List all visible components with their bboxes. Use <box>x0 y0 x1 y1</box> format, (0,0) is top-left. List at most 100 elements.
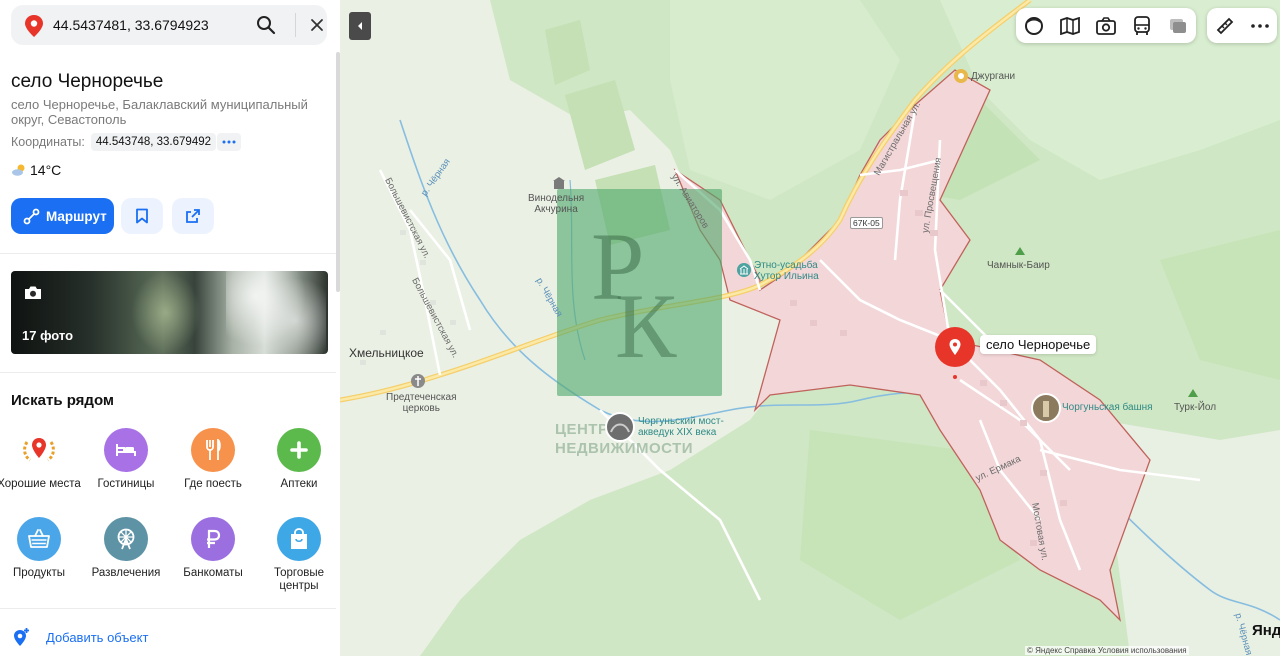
place-title: село Черноречье <box>11 71 164 92</box>
divider <box>0 608 336 609</box>
route-button[interactable]: Маршрут <box>11 198 114 234</box>
watermark-line: НЕДВИЖИМОСТИ <box>555 440 694 457</box>
map-copyright[interactable]: © Яндекс Справка Условия использования <box>1025 646 1189 655</box>
panorama-button[interactable] <box>1052 8 1088 43</box>
poi-tower-label[interactable]: Чоргуньская башня <box>1062 402 1153 413</box>
bookmark-button[interactable] <box>121 198 163 234</box>
map-canvas[interactable]: Р К ЦЕНТР НЕДВИЖИМОСТИ ул. Авиаторов Маг… <box>340 0 1280 656</box>
map-layers-toolbar <box>1016 8 1196 43</box>
settlement-khmelnitskoe-label[interactable]: Хмельницкое <box>349 347 424 359</box>
poi-ethno-label[interactable]: Этно-усадьба Хутор Ильина <box>754 260 819 282</box>
chevron-left-icon <box>358 22 362 30</box>
category-label: Хорошие места <box>0 478 81 490</box>
weather-cloud-sun-icon <box>12 164 25 176</box>
divider <box>0 372 336 373</box>
transport-button[interactable] <box>1124 8 1160 43</box>
camera-toolbar-icon <box>1096 16 1116 35</box>
poi-winery-label[interactable]: Винодельня Акчурина <box>528 193 584 215</box>
coordinates-row: Координаты: 44.543748, 33.679492 <box>11 133 242 151</box>
category-groceries[interactable]: Продукты <box>0 517 84 580</box>
laurel-pin-icon <box>17 428 61 472</box>
layers-stack-icon <box>1170 18 1186 33</box>
share-button[interactable] <box>172 198 214 234</box>
shopping-bag-icon <box>277 517 321 561</box>
add-location-icon <box>14 628 29 646</box>
map-mode-button[interactable] <box>1160 8 1196 43</box>
weather-temperature: 14°C <box>30 162 62 178</box>
category-entertainment[interactable]: Развлечения <box>81 517 171 580</box>
category-label: Аптеки <box>280 478 318 490</box>
museum-icon[interactable] <box>737 263 751 277</box>
divider <box>0 253 336 254</box>
ruler-button[interactable] <box>1207 8 1242 43</box>
svg-text:К: К <box>615 275 677 377</box>
category-label: Развлечения <box>91 567 161 579</box>
category-pharmacy[interactable]: Аптеки <box>254 428 340 491</box>
search-input[interactable] <box>53 13 253 37</box>
weather: 14°C <box>11 161 61 179</box>
road-number-badge: 67К-05 <box>850 217 883 229</box>
category-label: Торговые центры <box>273 567 325 592</box>
search-icon <box>257 16 276 35</box>
place-panel: село Черноречье село Черноречье, Балакла… <box>0 0 340 656</box>
category-hotels[interactable]: Гостиницы <box>81 428 171 491</box>
poi-chamnyk-label[interactable]: Чамнык-Баир <box>987 260 1050 271</box>
fork-knife-icon <box>191 428 235 472</box>
poi-dzhurgani-label[interactable]: Джургани <box>971 71 1015 82</box>
map-base <box>340 0 1280 656</box>
photo-gallery[interactable]: 17 фото <box>11 271 328 354</box>
ruble-icon <box>191 517 235 561</box>
layers-button[interactable] <box>1016 8 1052 43</box>
search-button[interactable] <box>251 11 281 39</box>
winery-icon[interactable] <box>552 176 566 190</box>
mountain-icon[interactable] <box>1013 244 1027 258</box>
ferris-wheel-icon <box>104 517 148 561</box>
photos-button[interactable] <box>1088 8 1124 43</box>
tower-photo-icon[interactable] <box>1031 393 1061 423</box>
attraction-icon[interactable] <box>954 69 968 83</box>
poi-church-label[interactable]: Предтеченская церковь <box>386 392 457 414</box>
church-icon[interactable] <box>411 374 425 388</box>
map-tools-toolbar <box>1207 8 1277 43</box>
more-button[interactable] <box>1242 8 1277 43</box>
bookmark-icon <box>136 208 148 224</box>
bed-icon <box>104 428 148 472</box>
poi-turk-label[interactable]: Турк-Йол <box>1174 402 1216 413</box>
map-brand-logo: Янд <box>1252 622 1280 639</box>
route-button-label: Маршрут <box>46 208 107 224</box>
plus-icon <box>277 428 321 472</box>
route-icon <box>23 208 40 224</box>
add-object-label: Добавить объект <box>46 629 149 645</box>
close-icon <box>311 19 323 31</box>
coordinates-more-button[interactable] <box>217 133 242 151</box>
nearby-title: Искать рядом <box>11 392 115 409</box>
category-label: Банкоматы <box>183 567 243 579</box>
add-object-link[interactable]: Добавить объект <box>11 627 148 647</box>
category-good-places[interactable]: Хорошие места <box>0 428 84 491</box>
more-horizontal-icon <box>1250 23 1269 28</box>
camera-icon <box>25 286 41 299</box>
category-label: Где поесть <box>184 478 242 490</box>
more-dots-icon <box>222 140 236 144</box>
search-separator <box>295 13 296 37</box>
category-shopping-centers[interactable]: Торговые центры <box>254 517 340 593</box>
collapse-panel-button[interactable] <box>349 12 371 40</box>
category-food[interactable]: Где поесть <box>168 428 258 491</box>
category-atm[interactable]: Банкоматы <box>168 517 258 580</box>
poi-bridge-label[interactable]: Чоргуньский мост- акведук XIX века <box>638 416 724 438</box>
coordinates-label: Координаты: <box>11 135 85 149</box>
coordinates-value[interactable]: 44.543748, 33.679492 <box>90 133 217 151</box>
selected-location-label[interactable]: село Черноречье <box>980 335 1097 354</box>
bus-icon <box>1134 15 1150 35</box>
category-label: Продукты <box>13 567 65 579</box>
circle-layer-icon <box>1025 16 1043 35</box>
ruler-icon <box>1216 17 1233 34</box>
bridge-photo-icon[interactable] <box>605 412 635 442</box>
close-button[interactable] <box>303 11 331 39</box>
search-box <box>11 5 327 45</box>
mountain-icon[interactable] <box>1186 386 1200 400</box>
basket-icon <box>17 517 61 561</box>
selected-location-pin-icon[interactable] <box>934 327 976 381</box>
place-address: село Черноречье, Балаклавский муниципаль… <box>11 97 308 127</box>
location-pin-icon <box>25 15 43 37</box>
